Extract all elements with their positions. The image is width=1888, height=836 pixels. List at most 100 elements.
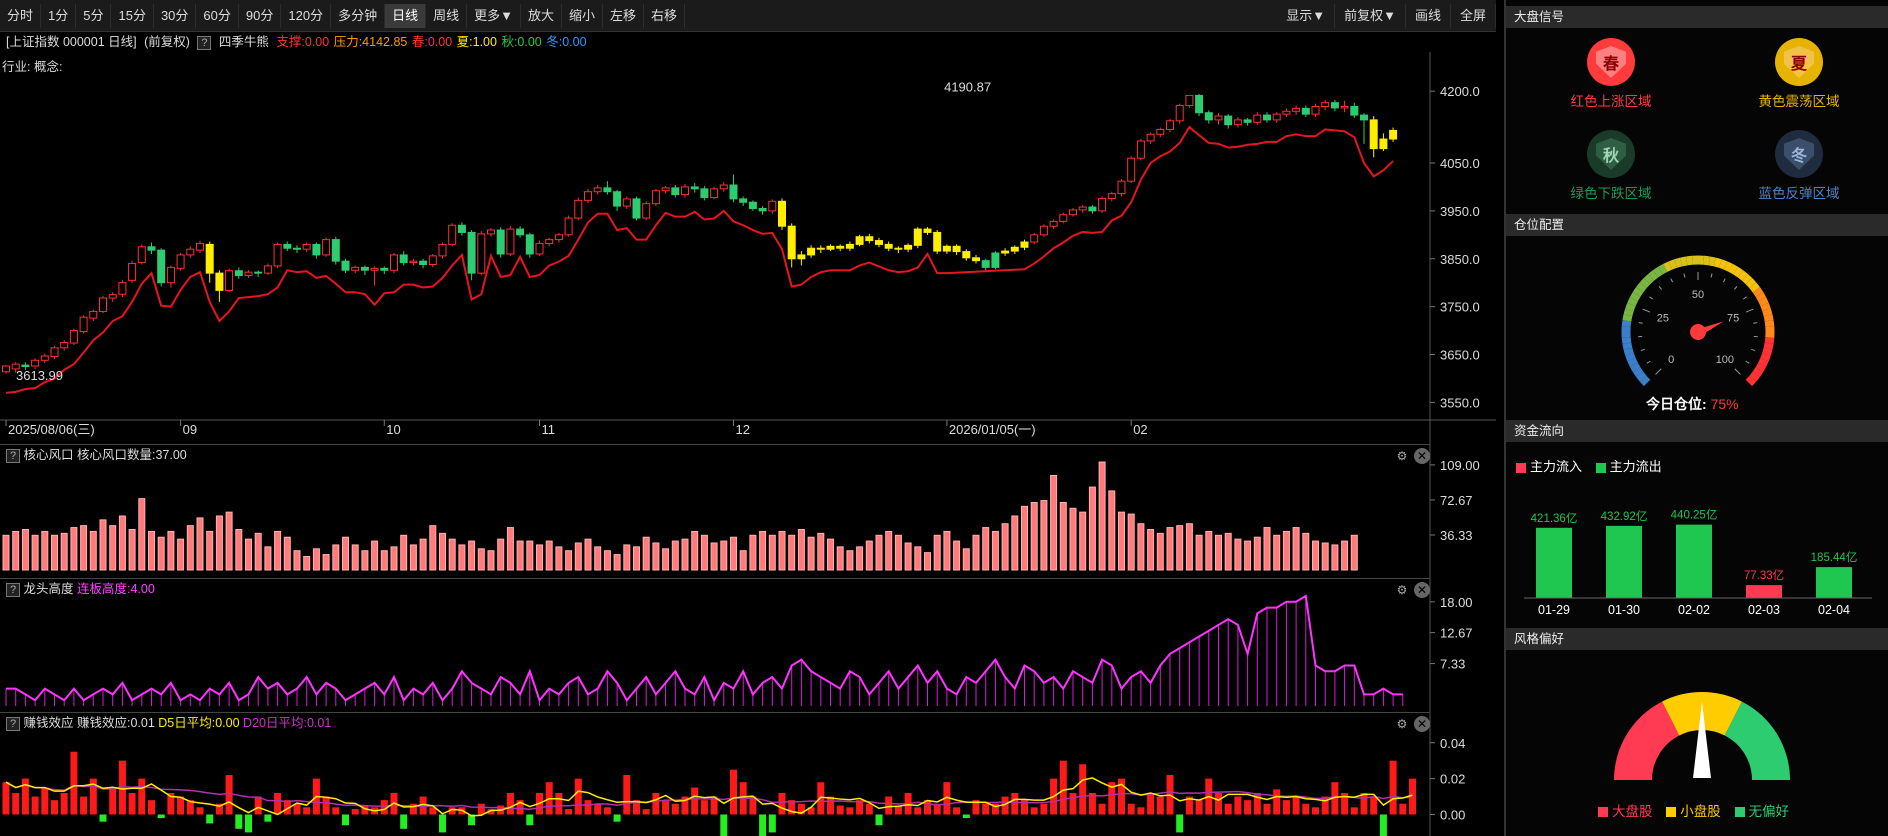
period-button[interactable]: 多分钟	[331, 3, 386, 28]
core-bar	[1098, 461, 1106, 571]
core-bar	[1059, 502, 1067, 571]
gauge-arc	[1760, 302, 1771, 312]
outflow-label: 主力流出	[1609, 459, 1662, 474]
toolbar-right-button[interactable]: 画线	[1406, 4, 1451, 28]
panel-head-profit: ? 赚钱效应 赚钱效应:0.01 D5日平均:0.00 D20日平均:0.01 …	[0, 712, 1430, 732]
flow-category-label: 01-29	[1538, 603, 1570, 617]
close-icon[interactable]: ✕	[1414, 716, 1430, 732]
close-icon[interactable]: ✕	[1414, 448, 1430, 464]
period-button[interactable]: 5分	[76, 3, 112, 28]
period-button[interactable]: 120分	[281, 3, 332, 28]
candle-body	[710, 188, 719, 198]
signal-item[interactable]: 秋绿色下跌区域	[1526, 130, 1696, 202]
indicator-name: 四季牛熊	[218, 35, 269, 49]
core-bar	[865, 540, 873, 571]
candle-body	[506, 228, 515, 255]
gauge-tick	[1753, 322, 1758, 324]
core-bar	[633, 546, 640, 571]
profit-bar	[31, 796, 39, 815]
profit-bar	[1399, 803, 1407, 815]
core-bar	[1321, 542, 1329, 571]
candle-body	[1175, 105, 1184, 122]
core-bar	[1282, 530, 1290, 571]
candle-body	[875, 240, 883, 245]
gauge-arc	[1733, 266, 1743, 278]
candle-body	[962, 251, 971, 259]
period-button[interactable]: 右移	[644, 3, 686, 28]
help-icon[interactable]: ?	[197, 35, 212, 50]
period-button[interactable]: 放大	[521, 3, 562, 28]
help-icon[interactable]: ?	[6, 448, 20, 463]
gauge-tick	[1743, 296, 1747, 300]
toolbar-right: 显示▼ 前复权▼ 画线 全屏	[1277, 4, 1496, 28]
period-button[interactable]: 分时	[0, 3, 42, 28]
period-button[interactable]: 1分	[41, 3, 77, 28]
candle-body	[1049, 220, 1058, 227]
candle-body	[1214, 115, 1223, 121]
period-button[interactable]: 60分	[196, 3, 239, 28]
candle-body	[1039, 225, 1048, 236]
pressure-value: 压力:4142.85	[333, 35, 408, 49]
app-root: 分时 1分 5分 15分 30分 60分 90分 120分 多分钟 日线 周线 更多▼ 放大 缩小 左移 右移…	[0, 0, 1888, 836]
gauge-tick	[1683, 273, 1686, 278]
candle-body	[380, 267, 389, 271]
candle-body	[516, 228, 525, 236]
flow-category-label: 02-02	[1678, 603, 1710, 617]
candle-body	[293, 247, 301, 250]
gauge-arc	[1752, 367, 1764, 377]
core-bar	[390, 546, 398, 571]
candle-body	[1166, 120, 1174, 130]
core-bar	[89, 530, 97, 571]
candle-body	[1292, 107, 1301, 112]
profit-bar	[652, 792, 660, 815]
help-icon[interactable]: ?	[6, 716, 20, 731]
core-bar	[1011, 515, 1019, 571]
signal-item[interactable]: 冬蓝色反弹区域	[1714, 130, 1884, 202]
core-bar	[1069, 507, 1077, 571]
core-bar	[778, 530, 786, 571]
core-bar	[99, 519, 107, 571]
core-bar	[439, 532, 446, 571]
profit-bar	[836, 805, 844, 815]
gauge-arc	[1639, 375, 1651, 387]
candle-body	[1379, 138, 1388, 150]
period-button[interactable]: 15分	[111, 3, 154, 28]
signal-label: 黄色震荡区域	[1758, 94, 1840, 109]
gear-icon[interactable]: ⚙	[1394, 582, 1410, 598]
toolbar-right-button[interactable]: 显示▼	[1277, 4, 1336, 28]
profit-bar	[1176, 814, 1184, 833]
gauge-arc	[1636, 282, 1647, 293]
signal-item[interactable]: 夏黄色震荡区域	[1714, 38, 1884, 110]
core-bar	[274, 530, 282, 571]
close-icon[interactable]: ✕	[1414, 582, 1430, 598]
gear-icon[interactable]: ⚙	[1394, 448, 1410, 464]
help-icon[interactable]: ?	[6, 582, 20, 597]
candle-body	[758, 207, 767, 212]
candle-body	[467, 231, 476, 274]
toolbar-right-button[interactable]: 全屏	[1451, 4, 1496, 28]
candle-body	[574, 199, 583, 219]
gauge-arc	[1686, 255, 1693, 266]
period-button[interactable]: 缩小	[562, 3, 604, 28]
period-button[interactable]: 日线	[385, 3, 427, 28]
gauge-arc	[1658, 263, 1668, 275]
signal-item[interactable]: 春红色上涨区域	[1526, 38, 1696, 110]
profit-bar	[584, 800, 592, 815]
profit-bar	[1215, 792, 1222, 815]
candle-body	[457, 224, 466, 233]
period-button[interactable]: 左移	[603, 3, 645, 28]
core-bar	[342, 536, 349, 571]
period-button[interactable]: 周线	[426, 3, 468, 28]
core-bar	[924, 552, 931, 571]
gauge-arc	[1627, 357, 1638, 367]
profit-bar	[51, 800, 58, 815]
toolbar-right-button[interactable]: 前复权▼	[1335, 4, 1406, 28]
leader-title: 龙头高度	[23, 582, 74, 596]
gear-icon[interactable]: ⚙	[1394, 716, 1410, 732]
period-button[interactable]: 90分	[239, 3, 282, 28]
period-button[interactable]: 30分	[154, 3, 197, 28]
candle-body	[797, 254, 806, 260]
core-bar	[555, 546, 563, 571]
candle-body	[1078, 206, 1087, 211]
period-button[interactable]: 更多▼	[467, 3, 521, 28]
